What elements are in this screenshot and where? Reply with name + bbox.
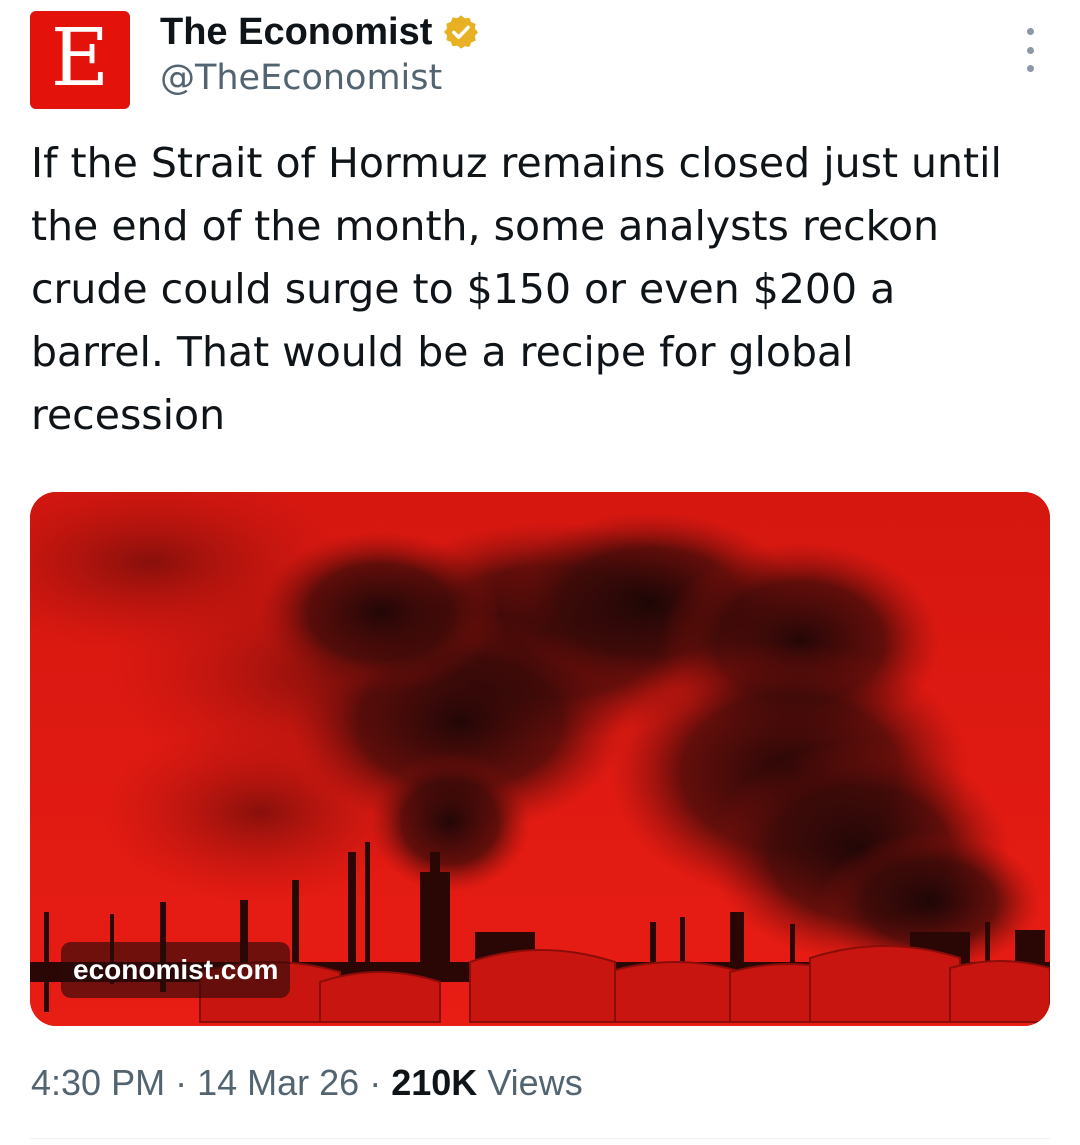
more-vertical-icon <box>1026 28 1034 35</box>
author-handle[interactable]: @TheEconomist <box>160 58 442 98</box>
more-options-button[interactable] <box>1012 28 1048 72</box>
more-dot <box>1026 65 1034 72</box>
views-count: 210K <box>391 1062 478 1103</box>
tweet-time[interactable]: 4:30 PM <box>31 1062 165 1103</box>
meta-separator: · <box>369 1062 382 1103</box>
media-card-link[interactable]: economist.com <box>30 492 1050 1026</box>
tweet-text: If the Strait of Hormuz remains closed j… <box>31 139 1002 439</box>
author-name-row: The Economist <box>160 10 480 54</box>
verified-badge-icon[interactable] <box>442 13 480 51</box>
author-display-name[interactable]: The Economist <box>160 11 432 54</box>
avatar-logo-letter: E <box>50 11 110 104</box>
views-label: Views <box>487 1062 583 1103</box>
link-domain-label[interactable]: economist.com <box>61 942 291 998</box>
tweet-date[interactable]: 14 Mar 26 <box>197 1062 359 1103</box>
divider <box>30 1138 1050 1139</box>
avatar[interactable]: E <box>30 11 130 109</box>
meta-separator: · <box>175 1062 188 1103</box>
tweet-meta: 4:30 PM · 14 Mar 26 · 210K Views <box>31 1062 583 1104</box>
more-dot <box>1026 46 1034 54</box>
